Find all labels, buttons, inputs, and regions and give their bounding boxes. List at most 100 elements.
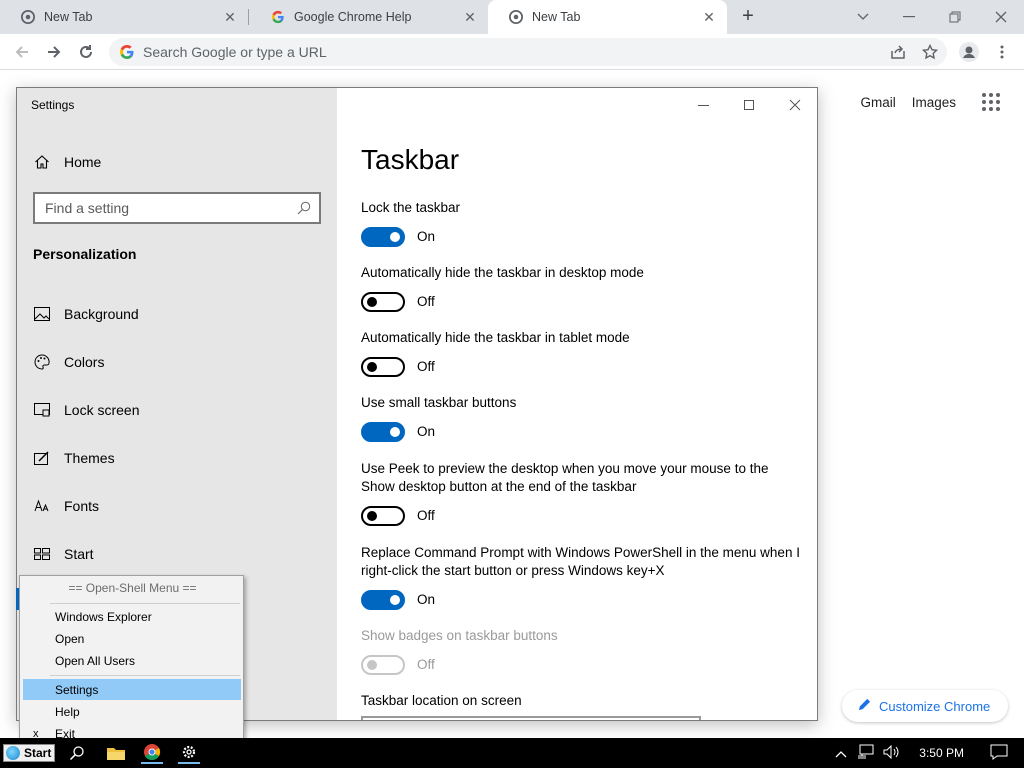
minimize-icon[interactable] <box>689 96 717 114</box>
reload-icon[interactable] <box>75 41 97 63</box>
option-label-taskbar-location: Taskbar location on screen <box>361 693 522 708</box>
omnibox-input[interactable] <box>143 44 843 60</box>
toggle-hide-desktop[interactable] <box>361 292 405 312</box>
sidebar-item-home[interactable]: Home <box>33 150 101 174</box>
taskbar-location-dropdown[interactable] <box>361 716 701 720</box>
address-bar[interactable] <box>109 38 947 66</box>
lock-screen-icon <box>33 401 51 419</box>
tab-title: New Tab <box>532 10 581 24</box>
option-label-lock-taskbar: Lock the taskbar <box>361 200 461 215</box>
customize-chrome-label: Customize Chrome <box>879 698 991 714</box>
sidebar-item-themes[interactable]: Themes <box>33 446 115 470</box>
menu-item-help[interactable]: Help <box>23 701 241 722</box>
bookmark-star-icon[interactable] <box>919 41 941 63</box>
toggle-powershell[interactable] <box>361 590 405 610</box>
chrome-taskbar-icon[interactable] <box>141 742 163 764</box>
close-tab-icon[interactable]: ✕ <box>701 9 717 25</box>
toggle-state: On <box>417 424 436 439</box>
find-setting-input[interactable] <box>45 200 285 216</box>
settings-gear-icon[interactable] <box>178 742 200 764</box>
taskbar-clock[interactable]: 3:50 PM <box>919 746 964 760</box>
close-tab-icon[interactable]: ✕ <box>222 9 238 25</box>
search-icon[interactable] <box>66 742 88 764</box>
more-menu-icon[interactable] <box>991 41 1013 63</box>
sidebar-item-fonts[interactable]: Fonts <box>33 494 99 518</box>
menu-item-settings[interactable]: Settings <box>23 679 241 700</box>
tab-chrome-help[interactable]: Google Chrome Help ✕ <box>250 0 488 34</box>
home-icon <box>33 153 51 171</box>
toggle-state: On <box>417 592 436 607</box>
network-icon[interactable] <box>857 744 875 763</box>
menu-item-open-all-users[interactable]: Open All Users <box>23 650 241 671</box>
volume-icon[interactable] <box>883 744 901 762</box>
toggle-state: Off <box>417 508 435 523</box>
sidebar-item-label: Fonts <box>64 498 100 514</box>
toggle-state: On <box>417 229 436 244</box>
customize-chrome-button[interactable]: Customize Chrome <box>842 690 1008 722</box>
option-label-hide-tablet: Automatically hide the taskbar in tablet… <box>361 330 630 345</box>
toggle-peek[interactable] <box>361 506 405 526</box>
chrome-icon <box>20 9 36 25</box>
page-title: Taskbar <box>361 144 460 175</box>
close-tab-icon[interactable]: ✕ <box>462 9 478 25</box>
profile-avatar-icon[interactable] <box>958 41 980 63</box>
settings-window-title: Settings <box>31 98 75 112</box>
maximize-icon[interactable] <box>735 96 763 114</box>
chevron-up-icon[interactable] <box>835 746 847 761</box>
back-arrow-icon[interactable] <box>11 41 33 63</box>
toggle-small-buttons[interactable] <box>361 422 405 442</box>
toggle-state: Off <box>417 294 435 309</box>
sidebar-item-label: Home <box>64 154 102 170</box>
sidebar-item-start[interactable]: Start <box>33 542 94 566</box>
option-label-small-buttons: Use small taskbar buttons <box>361 395 517 410</box>
toggle-lock-taskbar[interactable] <box>361 227 405 247</box>
tab-new-tab-active[interactable]: New Tab ✕ <box>488 0 727 34</box>
start-orb-icon <box>6 746 20 760</box>
sidebar-item-label: Lock screen <box>64 402 140 418</box>
themes-icon <box>33 449 51 467</box>
google-icon <box>119 44 135 60</box>
sidebar-item-lock-screen[interactable]: Lock screen <box>33 398 139 422</box>
start-button[interactable]: Start <box>3 744 55 762</box>
option-label-peek: Use Peek to preview the desktop when you… <box>361 461 769 494</box>
forward-arrow-icon[interactable] <box>43 41 65 63</box>
palette-icon <box>33 353 51 371</box>
sidebar-item-label: Colors <box>64 354 105 370</box>
google-apps-icon[interactable] <box>982 93 1000 111</box>
find-setting-search[interactable] <box>33 192 321 224</box>
menu-header: == Open-Shell Menu == <box>68 581 197 595</box>
minimize-icon[interactable] <box>898 6 920 28</box>
system-tray: 3:50 PM <box>835 738 1024 768</box>
toggle-hide-tablet[interactable] <box>361 357 405 377</box>
menu-item-label: Settings <box>55 682 99 697</box>
close-window-icon[interactable] <box>990 6 1012 28</box>
fonts-icon <box>33 497 51 515</box>
restore-icon[interactable] <box>944 6 966 28</box>
settings-content: Taskbar Lock the taskbar On Automaticall… <box>337 88 817 720</box>
windows-taskbar: Start 3:50 PM <box>0 738 1024 768</box>
tab-search-chevron-icon[interactable] <box>852 6 874 28</box>
chrome-icon <box>508 9 524 25</box>
sidebar-item-background[interactable]: Background <box>33 302 139 326</box>
gmail-link[interactable]: Gmail <box>860 95 895 110</box>
sidebar-item-colors[interactable]: Colors <box>33 350 104 374</box>
share-icon[interactable] <box>887 41 909 63</box>
toggle-state: Off <box>417 359 435 374</box>
images-link[interactable]: Images <box>912 95 956 110</box>
openshell-context-menu: == Open-Shell Menu == Windows Explorer O… <box>19 575 244 748</box>
menu-item-label: Windows Explorer <box>55 609 152 624</box>
file-explorer-icon[interactable] <box>105 742 127 764</box>
tab-title: New Tab <box>44 10 93 24</box>
tab-new-tab-1[interactable]: New Tab ✕ <box>0 0 248 34</box>
option-label-badges: Show badges on taskbar buttons <box>361 628 558 643</box>
new-tab-button[interactable]: + <box>737 5 759 27</box>
tab-strip: New Tab ✕ Google Chrome Help ✕ New Tab ✕… <box>0 0 1024 34</box>
menu-item-open[interactable]: Open <box>23 628 241 649</box>
toggle-badges <box>361 655 405 675</box>
tab-title: Google Chrome Help <box>294 10 412 24</box>
menu-item-windows-explorer[interactable]: Windows Explorer <box>23 606 241 627</box>
close-window-icon[interactable] <box>781 96 809 114</box>
notification-icon[interactable] <box>990 744 1008 763</box>
start-icon <box>33 545 51 563</box>
toggle-state: Off <box>417 657 435 672</box>
